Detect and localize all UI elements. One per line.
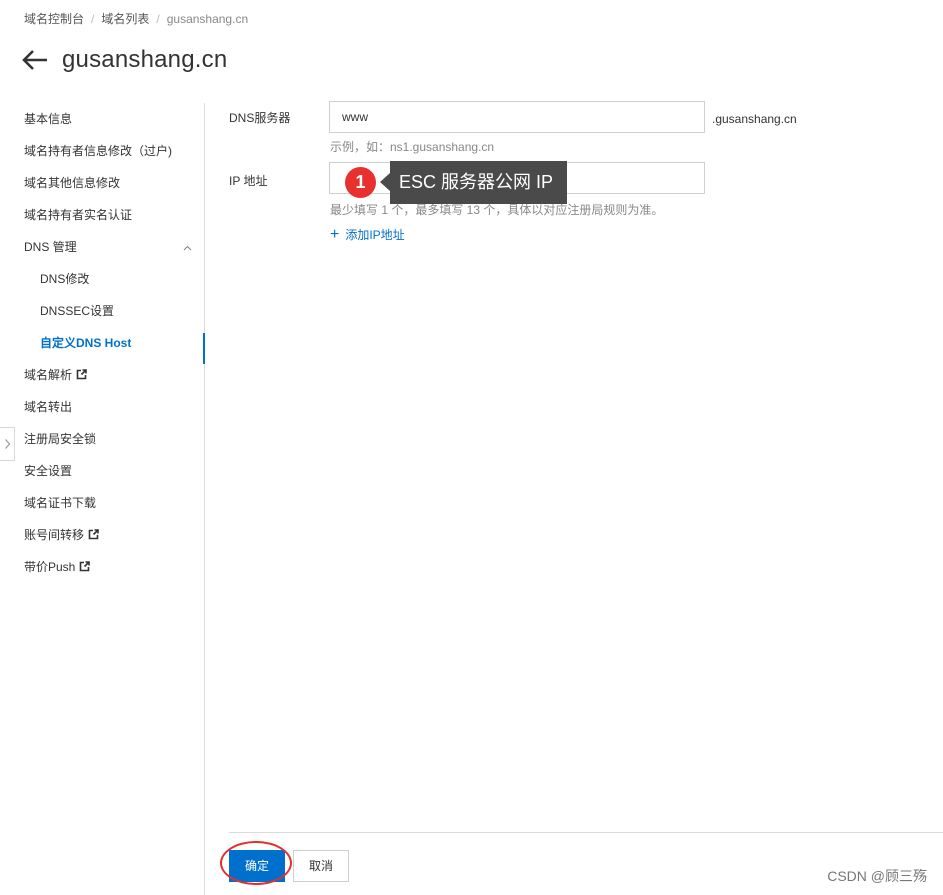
sidebar-item-label: 安全设置 [24,464,73,478]
sidebar-item-dns-management[interactable]: DNS 管理 [0,231,204,263]
sidebar-item-dnssec[interactable]: DNSSEC设置 [0,295,204,327]
sidebar-item-label: 自定义DNS Host [40,336,132,350]
breadcrumb-current: gusanshang.cn [166,12,249,26]
step-number-badge: 1 [345,167,376,198]
add-ip-address-link[interactable]: + 添加IP地址 [330,226,405,243]
sidebar-item-security-settings[interactable]: 安全设置 [0,455,204,487]
sidebar-collapse-toggle[interactable] [0,427,15,461]
chevron-right-icon [4,439,10,449]
sidebar-item-custom-dns-host[interactable]: 自定义DNS Host [0,327,205,364]
sidebar-item-basic-info[interactable]: 基本信息 [0,103,204,135]
page-title: gusanshang.cn [62,46,228,73]
sidebar-item-label: 域名其他信息修改 [24,176,121,190]
sidebar-item-label: 注册局安全锁 [24,432,97,446]
sidebar-item-label: 域名持有者实名认证 [24,208,133,222]
sidebar-item-other-info[interactable]: 域名其他信息修改 [0,167,204,199]
dns-server-input[interactable]: www [329,101,705,133]
sidebar: 基本信息 域名持有者信息修改（过户) 域名其他信息修改 域名持有者实名认证 DN… [0,103,205,895]
dns-server-hint: 示例，如：ns1.gusanshang.cn [330,140,495,154]
dns-server-suffix: .gusanshang.cn [712,112,797,126]
dns-server-label: DNS服务器 [229,111,291,125]
sidebar-item-label: DNS 管理 [24,240,77,254]
external-link-icon [76,369,87,380]
external-link-icon [80,561,91,572]
sidebar-item-registry-lock[interactable]: 注册局安全锁 [0,423,204,455]
sidebar-item-label: DNS修改 [40,272,90,286]
sidebar-item-label: 基本信息 [24,112,73,126]
sidebar-item-label: 域名持有者信息修改（过户) [24,144,172,158]
breadcrumb-separator: / [91,12,95,26]
breadcrumb-separator: / [156,12,160,26]
plus-icon: + [330,225,340,243]
sidebar-item-label: DNSSEC设置 [40,304,115,318]
sidebar-item-domain-transfer-out[interactable]: 域名转出 [0,391,204,423]
breadcrumb-domain-list[interactable]: 域名列表 [101,12,149,26]
breadcrumb-domain-console[interactable]: 域名控制台 [24,12,84,26]
sidebar-item-holder-change[interactable]: 域名持有者信息修改（过户) [0,135,204,167]
external-link-icon [88,529,99,540]
watermark: CSDN @顾三殇 [827,868,927,884]
back-arrow-icon[interactable] [22,49,48,71]
add-ip-address-label: 添加IP地址 [345,228,405,242]
sidebar-item-dns-modify[interactable]: DNS修改 [0,263,204,295]
sidebar-item-real-name-verification[interactable]: 域名持有者实名认证 [0,199,204,231]
confirm-button[interactable]: 确定 [229,850,285,882]
page-header: gusanshang.cn [22,44,227,76]
annotation-tooltip: ESC 服务器公网 IP [380,161,567,204]
breadcrumb: 域名控制台 / 域名列表 / gusanshang.cn [24,10,248,27]
sidebar-item-label: 域名解析 [24,368,73,382]
sidebar-item-domain-resolution[interactable]: 域名解析 [0,359,204,391]
sidebar-item-account-transfer[interactable]: 账号间转移 [0,519,204,551]
chevron-up-icon [183,245,192,251]
sidebar-item-label: 账号间转移 [24,528,85,542]
sidebar-item-label: 域名转出 [24,400,73,414]
sidebar-item-label: 带价Push [24,560,76,574]
ip-address-label: IP 地址 [229,174,268,188]
footer-divider [229,832,943,833]
cancel-button[interactable]: 取消 [293,850,349,882]
sidebar-item-price-push[interactable]: 带价Push [0,551,204,583]
sidebar-item-certificate-download[interactable]: 域名证书下载 [0,487,204,519]
sidebar-item-label: 域名证书下载 [24,496,97,510]
